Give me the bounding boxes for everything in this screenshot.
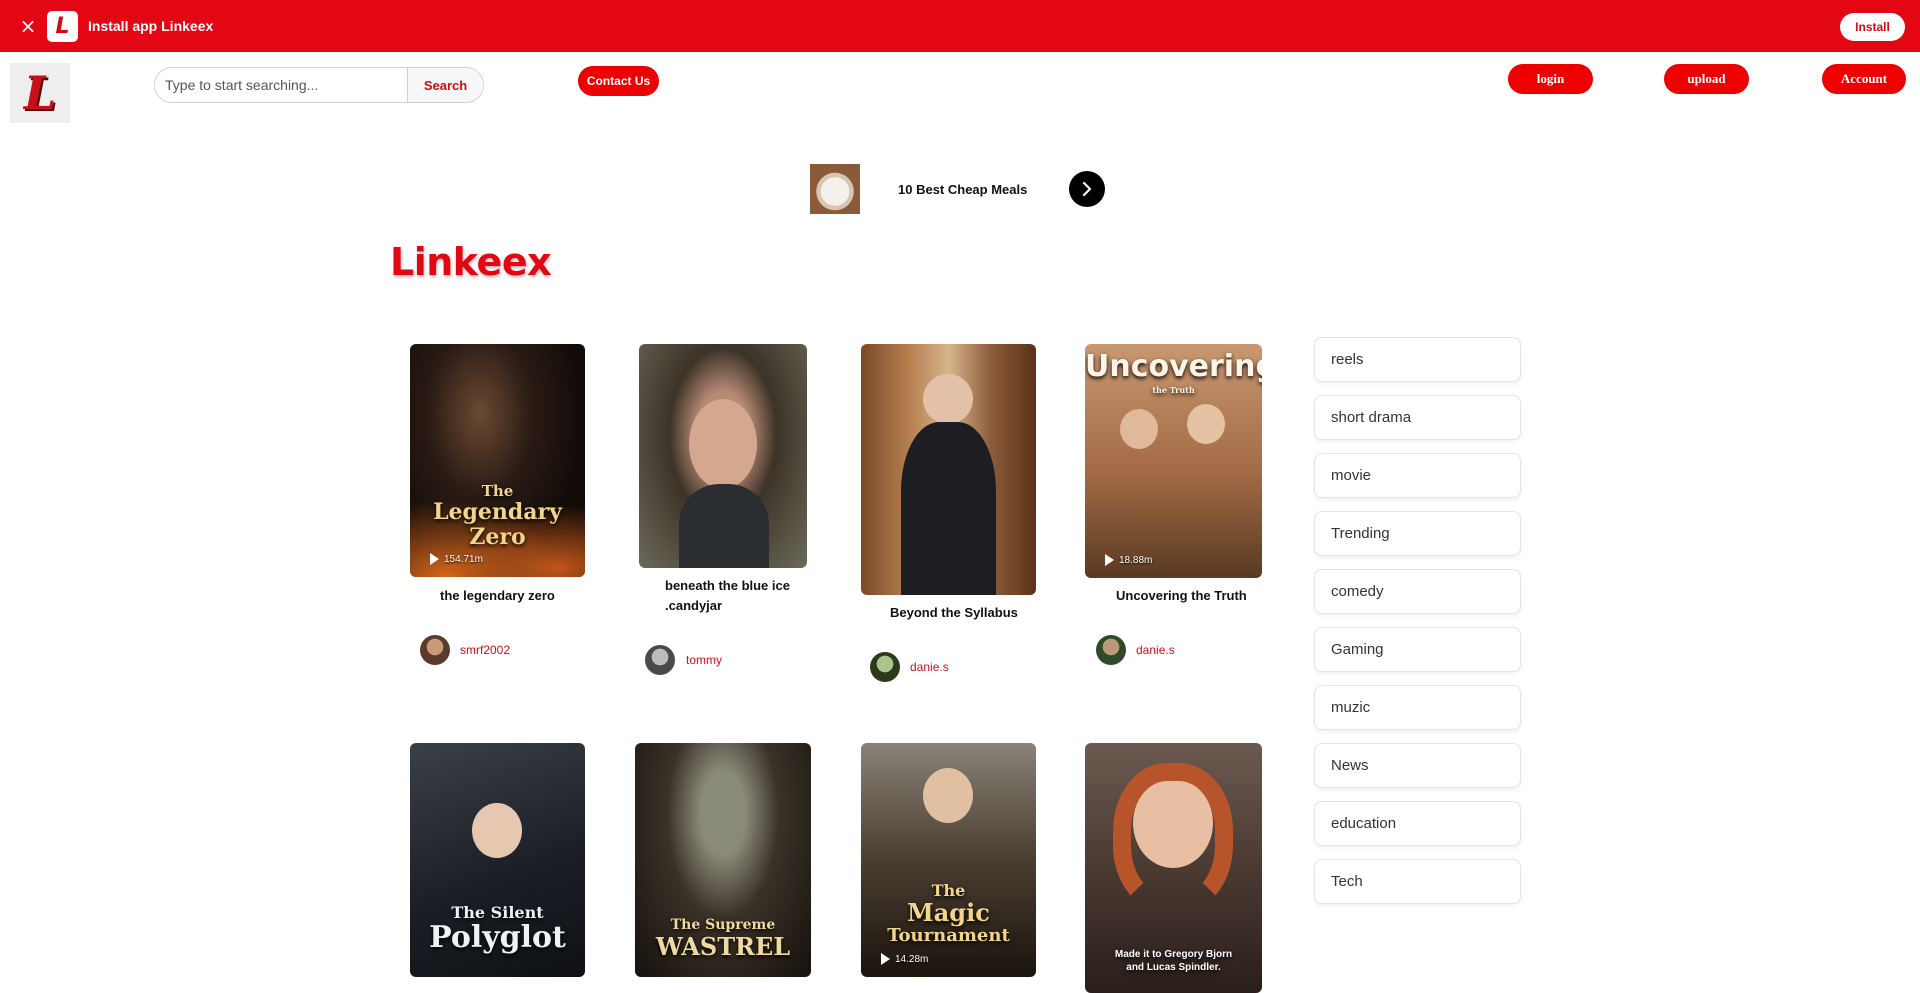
brand-heading: Linkeex	[390, 240, 552, 284]
poster-figure	[901, 422, 996, 595]
video-poster[interactable]	[861, 344, 1036, 595]
poster-title-line: The	[931, 881, 966, 900]
avatar[interactable]	[420, 635, 450, 665]
video-title[interactable]: the legendary zero	[440, 586, 580, 606]
category-item[interactable]: News	[1314, 743, 1521, 788]
chevron-right-icon[interactable]	[1069, 171, 1105, 207]
category-item[interactable]: Tech	[1314, 859, 1521, 904]
category-item[interactable]: movie	[1314, 453, 1521, 498]
poster-title-line: Tournament	[887, 925, 1010, 946]
author-name[interactable]: tommy	[686, 653, 722, 667]
avatar[interactable]	[645, 645, 675, 675]
search-input[interactable]	[155, 68, 407, 102]
view-count-text: 14.28m	[895, 953, 929, 965]
poster-title-line: The Supreme	[670, 917, 776, 933]
poster-title-line: WASTREL	[655, 932, 791, 961]
category-item[interactable]: short drama	[1314, 395, 1521, 440]
app-logo-letter: L	[55, 14, 70, 39]
poster-figure	[472, 803, 522, 858]
search-button[interactable]: Search	[407, 68, 483, 102]
category-item[interactable]: reels	[1314, 337, 1521, 382]
video-poster[interactable]: Made it to Gregory Bjorn and Lucas Spind…	[1085, 743, 1262, 993]
site-logo[interactable]: L	[10, 63, 70, 123]
promo-thumbnail[interactable]	[810, 164, 860, 214]
poster-title-line: Legendary	[433, 499, 562, 525]
view-count: 14.28m	[881, 953, 928, 965]
app-logo-icon: L	[47, 11, 78, 42]
poster-figure	[1113, 763, 1233, 913]
install-app-banner: × L Install app Linkeex Install	[0, 0, 1920, 52]
poster-figure	[689, 399, 757, 489]
category-item[interactable]: Trending	[1314, 511, 1521, 556]
video-poster[interactable]	[639, 344, 807, 568]
install-banner-title: Install app Linkeex	[88, 18, 214, 34]
contact-us-button[interactable]: Contact Us	[578, 66, 659, 96]
video-poster[interactable]: The Magic Tournament 14.28m	[861, 743, 1036, 977]
upload-button[interactable]: upload	[1664, 64, 1749, 94]
poster-title-line: Polyglot	[429, 920, 566, 955]
login-button[interactable]: login	[1508, 64, 1593, 94]
category-item[interactable]: muzic	[1314, 685, 1521, 730]
poster-title-line: The	[481, 482, 514, 500]
play-icon	[1105, 554, 1114, 566]
poster-title-line: and Lucas Spindler.	[1126, 962, 1221, 973]
view-count: 18.88m	[1105, 554, 1152, 566]
category-item[interactable]: education	[1314, 801, 1521, 846]
poster-figure	[923, 374, 973, 424]
poster-figure	[679, 484, 769, 568]
install-button[interactable]: Install	[1840, 13, 1905, 41]
category-item[interactable]: comedy	[1314, 569, 1521, 614]
poster-title-line: The Silent	[451, 903, 544, 922]
poster-title-line: the Truth	[1152, 385, 1195, 395]
video-title[interactable]: Beyond the Syllabus	[890, 603, 1030, 623]
category-item[interactable]: Gaming	[1314, 627, 1521, 672]
account-button[interactable]: Account	[1822, 64, 1906, 94]
author-name[interactable]: danie.s	[910, 660, 949, 674]
video-poster[interactable]: Uncovering the Truth 18.88m	[1085, 344, 1262, 578]
video-poster[interactable]: The Silent Polyglot	[410, 743, 585, 977]
promo-title[interactable]: 10 Best Cheap Meals	[898, 182, 1027, 197]
poster-title-line: Zero	[469, 524, 526, 550]
play-icon	[430, 553, 439, 565]
poster-title-line: Uncovering	[1085, 349, 1262, 384]
poster-figure	[923, 768, 973, 823]
poster-figure	[1187, 404, 1225, 444]
video-poster[interactable]: The Legendary Zero 154.71m	[410, 344, 585, 577]
video-title[interactable]: beneath the blue ice .candyjar	[665, 576, 805, 616]
close-icon[interactable]: ×	[18, 16, 38, 36]
view-count: 154.71m	[430, 553, 483, 565]
search-bar: Search	[154, 67, 484, 103]
author-name[interactable]: danie.s	[1136, 643, 1175, 657]
poster-figure	[1120, 409, 1158, 449]
poster-title-line: Magic	[907, 898, 990, 927]
view-count-text: 154.71m	[444, 553, 483, 565]
author-name[interactable]: smrf2002	[460, 643, 510, 657]
video-title[interactable]: Uncovering the Truth	[1116, 586, 1256, 606]
poster-title-line: Made it to Gregory Bjorn	[1114, 949, 1233, 960]
site-logo-letter: L	[23, 66, 57, 120]
avatar[interactable]	[1096, 635, 1126, 665]
avatar[interactable]	[870, 652, 900, 682]
view-count-text: 18.88m	[1119, 554, 1153, 566]
video-poster[interactable]: The Supreme WASTREL	[635, 743, 811, 977]
play-icon	[881, 953, 890, 965]
